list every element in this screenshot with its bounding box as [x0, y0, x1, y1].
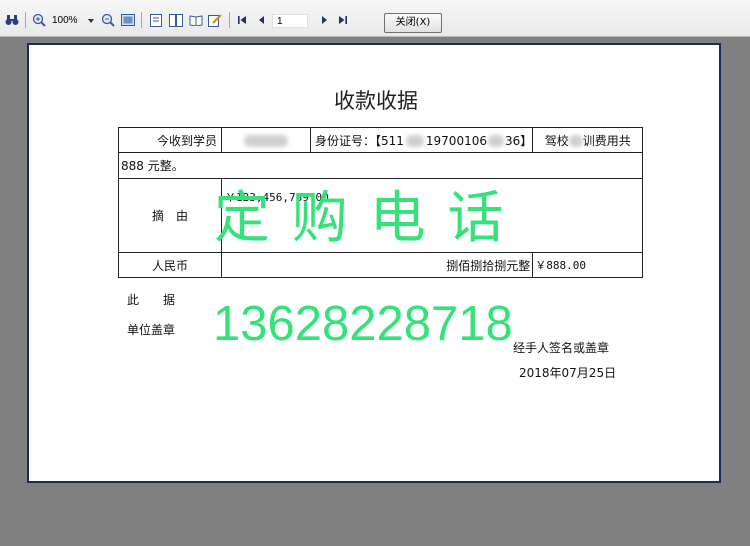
- chevron-down-icon: [88, 19, 94, 23]
- summary-label: 摘 由: [118, 178, 222, 253]
- book-icon[interactable]: [188, 12, 204, 28]
- zoom-out-icon[interactable]: [100, 12, 116, 28]
- table-row: 人民币 捌佰捌拾捌元整 ￥888.00: [118, 252, 644, 278]
- receipt-note: 此 据: [127, 293, 176, 307]
- zoom-value: 100%: [52, 15, 78, 26]
- summary-value: ￥123,456,789.00: [220, 178, 644, 253]
- first-page-icon[interactable]: [236, 12, 248, 28]
- id-number-suffix: 36】: [504, 133, 533, 148]
- unit-seal-label: 单位盖章: [127, 323, 176, 337]
- amount-text: 888 元整。: [117, 152, 644, 179]
- page-number-input[interactable]: 1: [272, 14, 308, 28]
- school-fee-cell: 驾校 训费用共: [532, 127, 644, 153]
- zoom-in-icon[interactable]: [31, 12, 47, 28]
- report-page: 收款收据 今收到学员 身份证号：【511 19700106 36】 驾校 训费用共 8…: [27, 43, 721, 483]
- binoculars-icon[interactable]: [4, 12, 20, 28]
- zoom-select[interactable]: 100%: [52, 14, 96, 28]
- edit-icon[interactable]: [207, 12, 223, 28]
- receipt-date: 2018年07月25日: [519, 366, 617, 380]
- toolbar-separator: [141, 12, 142, 28]
- two-page-icon[interactable]: [168, 12, 184, 28]
- table-row: 摘 由 ￥123,456,789.00: [118, 178, 644, 253]
- rmb-uppercase: 捌佰捌拾捌元整: [220, 252, 534, 278]
- signer-label: 经手人签名或盖章: [513, 341, 610, 355]
- student-name-redacted: [221, 127, 311, 153]
- toolbar-separator: [25, 12, 26, 28]
- id-number-cell: 身份证号：【511 19700106 36】: [309, 127, 534, 153]
- close-button[interactable]: 关闭(X): [384, 13, 442, 33]
- id-number-middle: 19700106: [425, 133, 487, 148]
- receipt-table: 今收到学员 身份证号：【511 19700106 36】 驾校 训费用共 888 元整…: [117, 127, 644, 278]
- school-suffix: 训费用共: [582, 133, 631, 148]
- prev-page-icon[interactable]: [256, 12, 268, 28]
- next-page-icon[interactable]: [318, 12, 330, 28]
- table-row: 888 元整。: [117, 152, 644, 179]
- rmb-value: ￥888.00: [532, 252, 644, 278]
- last-page-icon[interactable]: [337, 12, 349, 28]
- rmb-label: 人民币: [118, 252, 222, 278]
- single-page-icon[interactable]: [148, 12, 164, 28]
- toolbar-separator: [229, 12, 230, 28]
- student-label: 今收到学员: [118, 127, 222, 153]
- table-row: 今收到学员 身份证号：【511 19700106 36】 驾校 训费用共: [118, 127, 644, 153]
- page-view-icon[interactable]: [120, 12, 136, 28]
- toolbar: 100% 1 关闭(X): [0, 0, 750, 37]
- school-prefix: 驾校: [544, 133, 569, 148]
- page-title: 收款收据: [334, 89, 418, 113]
- id-number-prefix: 身份证号：【511: [315, 133, 404, 148]
